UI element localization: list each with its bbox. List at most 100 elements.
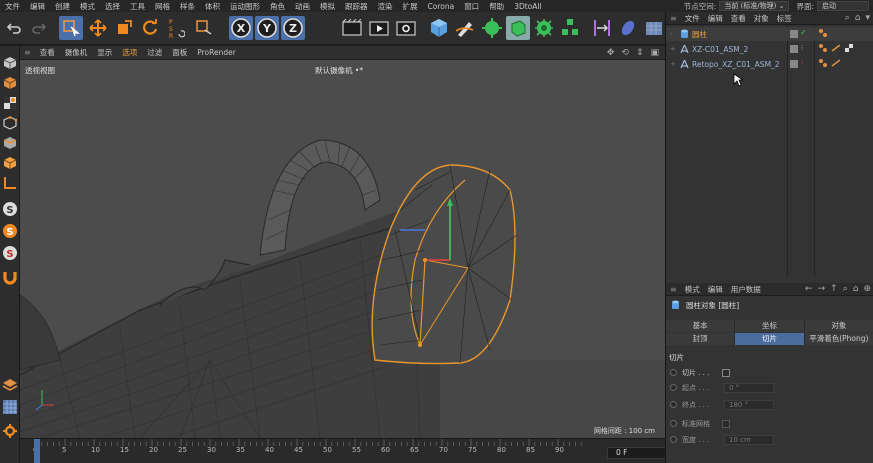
extrude-icon[interactable] [506, 16, 530, 40]
attr-menu-mode[interactable]: 模式 [681, 284, 704, 295]
tab-coordinates[interactable]: 坐标 [735, 320, 805, 332]
perspective-viewport[interactable]: 透视视图 默认摄像机 •* 网格间距 : 100 cm [20, 60, 665, 438]
layer-checkbox[interactable] [790, 45, 798, 53]
x-axis-icon[interactable]: X [229, 16, 253, 40]
layer-icon[interactable] [1, 376, 19, 394]
select-recent-icon[interactable] [192, 16, 216, 40]
animate-radio[interactable] [670, 384, 677, 391]
viewport-menu-panel[interactable]: 面板 [167, 47, 192, 58]
om-menu-view[interactable]: 查看 [727, 13, 750, 24]
node-space-dropdown[interactable]: 当前 (标准/物理) ⌄ [719, 1, 790, 11]
cloner-icon[interactable] [532, 16, 556, 40]
scale-icon[interactable] [112, 16, 136, 40]
tab-caps[interactable]: 封顶 [666, 333, 736, 345]
model-mode-icon[interactable] [1, 54, 19, 72]
menu-corona[interactable]: Corona [423, 2, 460, 11]
gear-icon[interactable] [1, 422, 19, 440]
menu-edit[interactable]: 编辑 [25, 1, 50, 12]
menu-spline[interactable]: 样条 [175, 1, 200, 12]
symmetry-icon[interactable] [590, 16, 614, 40]
live-select-icon[interactable] [59, 16, 83, 40]
back-arrow-icon[interactable]: ← [805, 284, 813, 294]
menu-extensions[interactable]: 扩展 [398, 1, 423, 12]
tab-slice[interactable]: 切片 [735, 333, 805, 345]
timeline-ruler[interactable]: 051015202530354045505560657075808590 0 F [20, 438, 667, 463]
to-value-field[interactable]: 180 ° [724, 400, 774, 410]
edges-mode-icon[interactable] [1, 114, 19, 132]
object-row-cylinder[interactable]: - 圆柱 ✓ [666, 27, 873, 41]
mograph-icon[interactable] [558, 16, 582, 40]
lock-icon[interactable]: ⌂ [853, 284, 859, 294]
tag-icon[interactable] [818, 28, 828, 40]
forward-arrow-icon[interactable]: → [818, 284, 826, 294]
menu-mesh[interactable]: 网格 [150, 1, 175, 12]
viewport-camera-label[interactable]: 默认摄像机 •* [315, 65, 363, 76]
polygons-mode-icon[interactable] [1, 134, 19, 152]
layout-dropdown[interactable]: 启动 [817, 1, 869, 11]
viewport-zoom-icon[interactable]: ⇕ [636, 48, 644, 58]
grid-checker-icon[interactable] [1, 398, 19, 416]
search-icon[interactable]: ⌕ [843, 284, 848, 294]
points-mode-icon[interactable] [1, 74, 19, 92]
from-value-field[interactable]: 0 ° [724, 383, 774, 393]
up-arrow-icon[interactable]: ↑ [830, 284, 838, 294]
om-menu-tags[interactable]: 标签 [773, 13, 796, 24]
animate-radio[interactable] [670, 369, 677, 376]
menu-3dtoall[interactable]: 3DtoAll [509, 2, 546, 11]
snap-icon[interactable]: S [1, 200, 19, 218]
search-icon[interactable]: ⌕ [845, 13, 850, 23]
move-icon[interactable] [86, 16, 110, 40]
menu-file[interactable]: 文件 [0, 1, 25, 12]
filter-icon[interactable]: ▾ [865, 13, 870, 23]
tags-icons[interactable] [818, 43, 854, 53]
om-menu-edit[interactable]: 编辑 [704, 13, 727, 24]
menu-animate[interactable]: 动画 [290, 1, 315, 12]
magnet-icon[interactable] [1, 268, 19, 286]
viewport-menu-cameras[interactable]: 摄像机 [60, 47, 93, 58]
z-axis-icon[interactable]: Z [281, 16, 305, 40]
tags-icons[interactable] [818, 58, 841, 68]
viewport-menu-display[interactable]: 显示 [92, 47, 117, 58]
texture-mode-icon[interactable] [1, 94, 19, 112]
slice-checkbox[interactable] [722, 369, 730, 377]
layer-checkbox[interactable] [790, 30, 798, 38]
layer-checkbox[interactable] [790, 60, 798, 68]
menu-mograph[interactable]: 运动图形 [225, 1, 265, 12]
viewport-menu-prorender[interactable]: ProRender [192, 48, 241, 57]
animate-radio[interactable] [670, 436, 677, 443]
deformer-icon[interactable] [616, 16, 640, 40]
menu-help[interactable]: 帮助 [484, 1, 509, 12]
menu-volume[interactable]: 体积 [200, 1, 225, 12]
om-menu-objects[interactable]: 对象 [750, 13, 773, 24]
psr-icon[interactable]: PSR [164, 16, 188, 40]
viewport-move-icon[interactable]: ✥ [607, 48, 615, 58]
subdivision-icon[interactable] [480, 16, 504, 40]
menu-simulate[interactable]: 模拟 [315, 1, 340, 12]
visibility-dots-icon[interactable]: ⁝ [801, 44, 803, 52]
redo-icon[interactable] [27, 16, 51, 40]
undo-icon[interactable] [2, 16, 26, 40]
current-frame-field[interactable]: 0 F [607, 447, 667, 459]
menu-render[interactable]: 渲染 [373, 1, 398, 12]
regular-grid-checkbox[interactable] [722, 420, 730, 428]
tab-basic[interactable]: 基本 [666, 320, 736, 332]
cube-icon[interactable] [427, 16, 451, 40]
new-window-icon[interactable]: ⊕ [863, 284, 871, 294]
attr-menu-userdata[interactable]: 用户数据 [727, 284, 765, 295]
home-icon[interactable]: ⌂ [855, 13, 861, 23]
object-row-xz-c01[interactable]: + XZ-C01_ASM_2 ⁝ [666, 42, 873, 56]
menu-tools[interactable]: 工具 [125, 1, 150, 12]
render-settings-icon[interactable] [394, 16, 418, 40]
object-row-retopo[interactable]: + Retopo_XZ_C01_ASM_2 ⁝ [666, 57, 873, 71]
snap-grid-icon[interactable]: S [1, 244, 19, 262]
pen-icon[interactable] [453, 16, 477, 40]
menu-tracker[interactable]: 跟踪器 [340, 1, 373, 12]
viewport-maximize-icon[interactable]: ▣ [650, 48, 659, 58]
viewport-menu-filter[interactable]: 过滤 [142, 47, 167, 58]
snap-settings-icon[interactable]: S [1, 222, 19, 240]
attr-menu-edit[interactable]: 编辑 [704, 284, 727, 295]
menu-window[interactable]: 窗口 [459, 1, 484, 12]
render-picture-icon[interactable] [367, 16, 391, 40]
menu-select[interactable]: 选择 [100, 1, 125, 12]
enabled-check-icon[interactable]: ✓ [800, 28, 807, 37]
